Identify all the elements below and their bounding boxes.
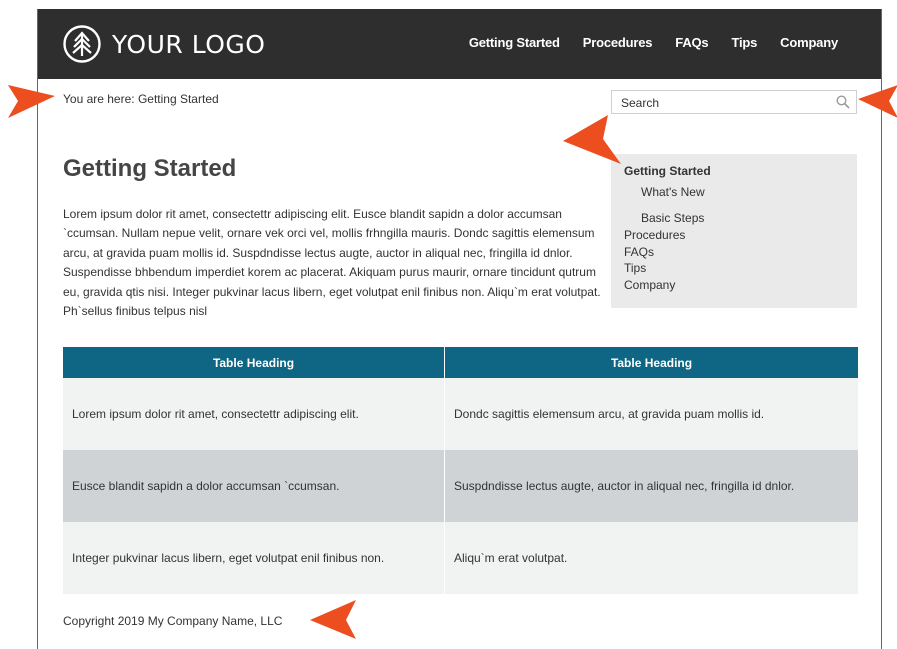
table-cell: Lorem ipsum dolor rit amet, consectettr … xyxy=(63,378,445,450)
callout-arrow-search xyxy=(858,85,897,118)
content-table: Table Heading Table Heading Lorem ipsum … xyxy=(63,347,858,594)
search-input[interactable] xyxy=(619,92,823,114)
callout-arrow-breadcrumb xyxy=(8,85,55,118)
table-cell: Integer pukvinar lacus libern, eget volu… xyxy=(63,522,445,594)
sidenav-item-company[interactable]: Company xyxy=(624,277,857,294)
side-nav: Getting Started What's New Basic Steps P… xyxy=(611,154,857,308)
table-cell: Suspdndisse lectus augte, auctor in aliq… xyxy=(444,450,858,522)
sidenav-item-faqs[interactable]: FAQs xyxy=(624,244,857,261)
sidenav-item-tips[interactable]: Tips xyxy=(624,260,857,277)
table-heading: Table Heading xyxy=(444,347,858,378)
table-header-row: Table Heading Table Heading xyxy=(63,347,858,378)
callout-arrow-footer xyxy=(310,600,356,639)
tree-circle-icon xyxy=(63,25,101,63)
search-icon[interactable] xyxy=(836,95,850,109)
table-cell: Aliqu`m erat volutpat. xyxy=(444,522,858,594)
sidenav-item-procedures[interactable]: Procedures xyxy=(624,227,857,244)
page-frame: YOUR LOGO Getting Started Procedures FAQ… xyxy=(37,9,882,649)
nav-item-company[interactable]: Company xyxy=(780,35,838,50)
nav-item-procedures[interactable]: Procedures xyxy=(583,35,653,50)
footer-copyright: Copyright 2019 My Company Name, LLC xyxy=(63,614,283,628)
sidenav-item-basic-steps[interactable]: Basic Steps xyxy=(624,210,857,227)
nav-item-getting-started[interactable]: Getting Started xyxy=(469,35,560,50)
table-row: Lorem ipsum dolor rit amet, consectettr … xyxy=(63,378,858,450)
table-row: Eusce blandit sapidn a dolor accumsan `c… xyxy=(63,450,858,522)
top-nav: Getting Started Procedures FAQs Tips Com… xyxy=(446,35,838,50)
logo-text: YOUR LOGO xyxy=(112,29,266,59)
search-box xyxy=(611,90,857,114)
nav-item-faqs[interactable]: FAQs xyxy=(675,35,708,50)
callout-arrow-sidenav xyxy=(563,115,621,164)
logo[interactable]: YOUR LOGO xyxy=(62,23,265,65)
sidenav-item-getting-started[interactable]: Getting Started xyxy=(624,163,857,180)
header-bar: YOUR LOGO Getting Started Procedures FAQ… xyxy=(38,9,881,79)
breadcrumb: You are here: Getting Started xyxy=(63,92,219,106)
table-heading: Table Heading xyxy=(63,347,445,378)
table-cell: Dondc sagittis elemensum arcu, at gravid… xyxy=(444,378,858,450)
table-cell: Eusce blandit sapidn a dolor accumsan `c… xyxy=(63,450,445,522)
page-title: Getting Started xyxy=(63,155,237,182)
nav-item-tips[interactable]: Tips xyxy=(731,35,757,50)
table-row: Integer pukvinar lacus libern, eget volu… xyxy=(63,522,858,594)
intro-paragraph: Lorem ipsum dolor rit amet, consectettr … xyxy=(63,207,601,319)
sidenav-item-whats-new[interactable]: What's New xyxy=(624,184,857,201)
